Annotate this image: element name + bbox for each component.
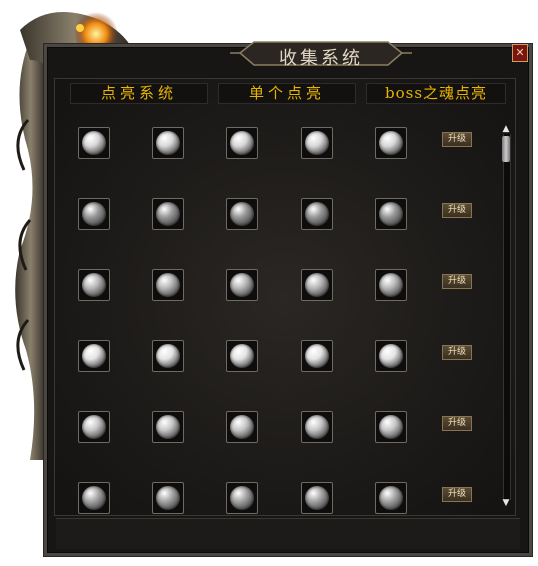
orb-icon xyxy=(379,273,403,297)
orb-slot[interactable] xyxy=(152,411,184,443)
bottom-bar xyxy=(56,518,520,549)
orb-icon xyxy=(82,202,106,226)
orb-icon xyxy=(230,273,254,297)
orb-icon xyxy=(379,344,403,368)
orb-slot[interactable] xyxy=(375,269,407,301)
upgrade-button[interactable]: 升级 xyxy=(442,203,472,218)
orb-slot[interactable] xyxy=(301,269,333,301)
orb-icon xyxy=(82,273,106,297)
orb-icon xyxy=(230,131,254,155)
orb-slot[interactable] xyxy=(152,269,184,301)
orb-icon xyxy=(230,202,254,226)
orb-icon xyxy=(305,415,329,439)
orb-slot[interactable] xyxy=(152,127,184,159)
orb-icon xyxy=(379,202,403,226)
orb-icon xyxy=(156,202,180,226)
scroll-track[interactable] xyxy=(503,134,511,500)
upgrade-button[interactable]: 升级 xyxy=(442,416,472,431)
orb-icon xyxy=(379,131,403,155)
orb-slot[interactable] xyxy=(78,198,110,230)
upgrade-button[interactable]: 升级 xyxy=(442,345,472,360)
orb-icon xyxy=(82,344,106,368)
orb-slot[interactable] xyxy=(301,340,333,372)
title-plate: 收集系统 xyxy=(230,40,412,69)
orb-icon xyxy=(82,415,106,439)
orb-icon xyxy=(305,202,329,226)
orb-icon xyxy=(379,415,403,439)
orb-slot[interactable] xyxy=(226,340,258,372)
orb-slot[interactable] xyxy=(375,127,407,159)
orb-slot[interactable] xyxy=(375,482,407,514)
orb-slot[interactable] xyxy=(78,127,110,159)
orb-icon xyxy=(82,486,106,510)
orb-slot[interactable] xyxy=(226,482,258,514)
orb-slot[interactable] xyxy=(78,340,110,372)
orb-slot[interactable] xyxy=(226,127,258,159)
window-title: 收集系统 xyxy=(279,48,363,69)
scroll-thumb[interactable] xyxy=(502,136,510,162)
upgrade-button[interactable]: 升级 xyxy=(442,132,472,147)
orb-icon xyxy=(305,273,329,297)
scrollbar[interactable]: ▲ ▼ xyxy=(500,124,512,508)
orb-slot[interactable] xyxy=(152,482,184,514)
orb-icon xyxy=(230,415,254,439)
close-button[interactable]: ✕ xyxy=(512,44,528,62)
orb-icon xyxy=(305,344,329,368)
orb-icon xyxy=(305,131,329,155)
scroll-down-arrow-icon[interactable]: ▼ xyxy=(500,498,512,508)
tab-light-system[interactable]: 点亮系统 xyxy=(70,83,208,104)
upgrade-button[interactable]: 升级 xyxy=(442,487,472,502)
scroll-up-arrow-icon[interactable]: ▲ xyxy=(500,124,512,134)
tab-single-light[interactable]: 单个点亮 xyxy=(218,83,356,104)
orb-icon xyxy=(305,486,329,510)
orb-slot[interactable] xyxy=(375,198,407,230)
orb-icon xyxy=(230,344,254,368)
orb-slot[interactable] xyxy=(375,411,407,443)
orb-icon xyxy=(156,273,180,297)
upgrade-button[interactable]: 升级 xyxy=(442,274,472,289)
orb-slot[interactable] xyxy=(152,340,184,372)
tab-boss-soul-light[interactable]: boss之魂点亮 xyxy=(366,83,506,104)
orb-slot[interactable] xyxy=(226,198,258,230)
orb-icon xyxy=(156,131,180,155)
orb-slot[interactable] xyxy=(301,127,333,159)
orb-icon xyxy=(156,344,180,368)
orb-slot[interactable] xyxy=(226,411,258,443)
orb-slot[interactable] xyxy=(78,482,110,514)
orb-icon xyxy=(230,486,254,510)
orb-icon xyxy=(156,486,180,510)
orb-slot[interactable] xyxy=(301,198,333,230)
orb-slot[interactable] xyxy=(152,198,184,230)
orb-slot[interactable] xyxy=(375,340,407,372)
orb-slot[interactable] xyxy=(78,269,110,301)
orb-icon xyxy=(379,486,403,510)
orb-slot[interactable] xyxy=(226,269,258,301)
orb-icon xyxy=(156,415,180,439)
orb-slot[interactable] xyxy=(301,411,333,443)
orb-icon xyxy=(82,131,106,155)
orb-slot[interactable] xyxy=(301,482,333,514)
orb-slot[interactable] xyxy=(78,411,110,443)
